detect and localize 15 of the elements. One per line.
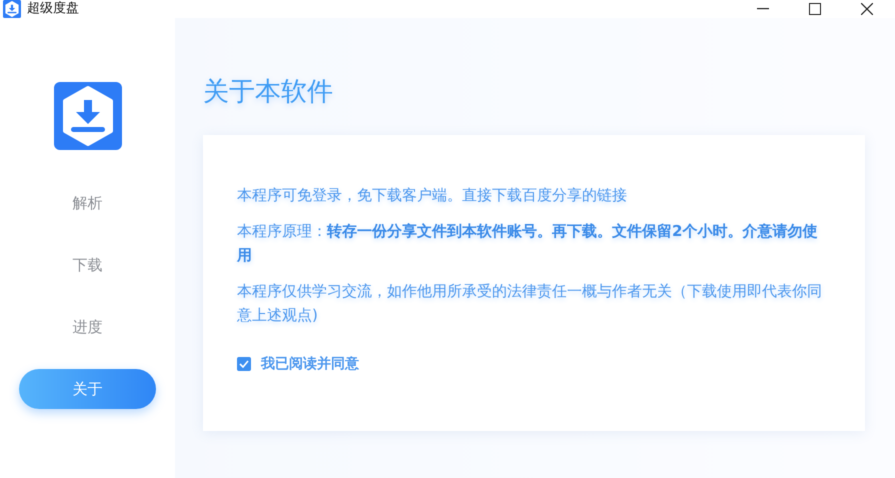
checkbox[interactable] bbox=[237, 357, 251, 371]
page-heading: 关于本软件 bbox=[203, 76, 334, 109]
sidebar-item[interactable]: 关于 bbox=[19, 369, 156, 409]
close-icon[interactable] bbox=[861, 3, 873, 15]
maximize-icon[interactable] bbox=[809, 3, 821, 15]
checkbox-label[interactable]: 我已阅读并同意 bbox=[261, 355, 359, 373]
paragraph: 本程序仅供学习交流，如作他用所承受的法律责任一概与作者无关（下载使用即代表你同意上述观点) bbox=[237, 281, 823, 326]
paragraph: 本程序原理：转存一份分享文件到本软件账号。再下载。文件保留2个小时。介意请勿使用 bbox=[237, 221, 818, 266]
minimize-icon[interactable] bbox=[757, 8, 769, 10]
sidebar-item[interactable]: 解析 bbox=[19, 183, 156, 223]
paragraph: 本程序可免登录，免下载客户端。直接下载百度分享的链接 bbox=[237, 185, 628, 206]
sidebar-item[interactable]: 进度 bbox=[19, 307, 156, 347]
window-title: 超级度盘 bbox=[27, 1, 79, 17]
app-logo bbox=[54, 82, 122, 150]
sidebar-item[interactable]: 下载 bbox=[19, 245, 156, 285]
